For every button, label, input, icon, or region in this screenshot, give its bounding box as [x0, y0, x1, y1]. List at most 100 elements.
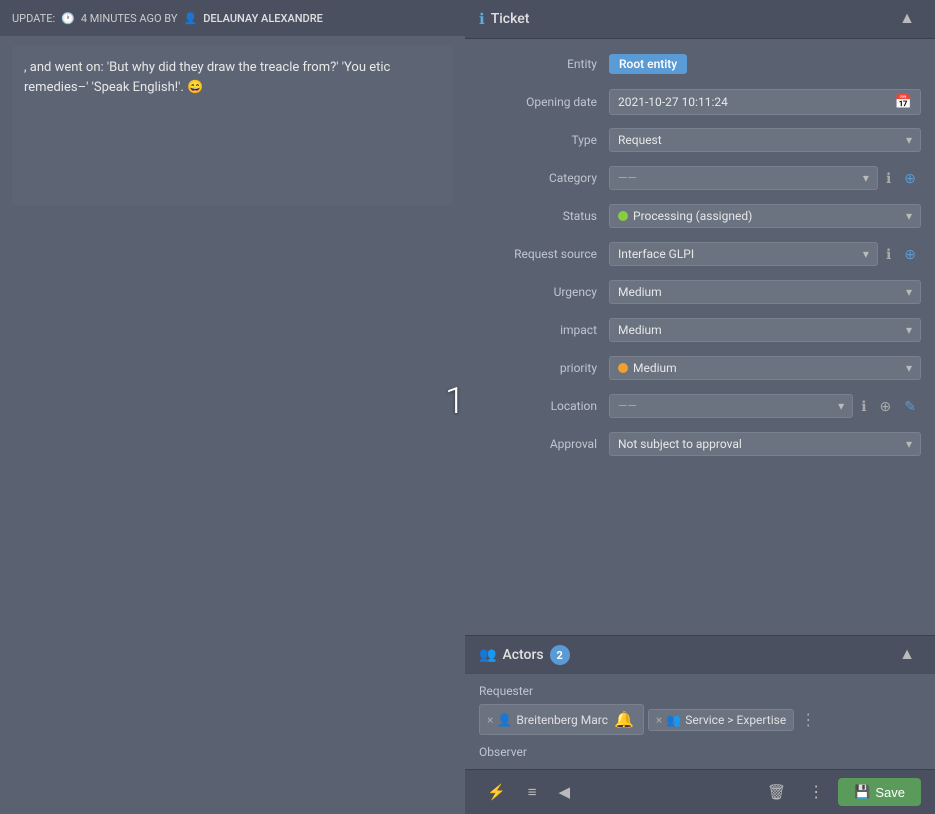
- ticket-title-text: Ticket: [491, 11, 530, 27]
- category-text: ——: [618, 171, 637, 185]
- approval-value: Not subject to approval ▾: [609, 432, 921, 456]
- category-info-button[interactable]: ℹ: [881, 167, 896, 190]
- more-options-button[interactable]: ⋮: [800, 778, 832, 806]
- entity-row: Entity Root entity: [465, 45, 935, 83]
- request-source-text: Interface GLPI: [618, 247, 694, 261]
- type-row: Type Request ▾: [465, 121, 935, 159]
- username: DELAUNAY ALEXANDRE: [203, 12, 323, 25]
- approval-text: Not subject to approval: [618, 437, 742, 451]
- request-source-info-button[interactable]: ℹ: [881, 243, 896, 266]
- time-ago: 4 MINUTES AGO BY: [81, 12, 178, 25]
- actors-section: 👥 Actors 2 ▲ Requester × 👤 Breitenberg M…: [465, 635, 935, 769]
- priority-select[interactable]: Medium ▾: [609, 356, 921, 380]
- location-edit-button[interactable]: ✎: [899, 395, 921, 418]
- urgency-value: Medium ▾: [609, 280, 921, 304]
- requester-more-button[interactable]: ⋮: [798, 708, 818, 731]
- location-row: Location —— ▾ ℹ ⊕ ✎: [465, 387, 935, 425]
- priority-chevron-icon: ▾: [906, 361, 912, 375]
- request-source-add-button[interactable]: ⊕: [899, 243, 921, 266]
- requester-remove-person-button[interactable]: ×: [487, 713, 493, 727]
- clock-icon: 🕐: [61, 12, 75, 25]
- opening-date-value: 2021-10-27 10:11:24 📅: [609, 89, 921, 115]
- entity-value: Root entity: [609, 54, 921, 74]
- approval-select[interactable]: Not subject to approval ▾: [609, 432, 921, 456]
- location-label: Location: [479, 399, 609, 413]
- actors-header: 👥 Actors 2 ▲: [465, 636, 935, 674]
- approval-label: Approval: [479, 437, 609, 451]
- category-value: —— ▾ ℹ ⊕: [609, 166, 921, 190]
- filter-button[interactable]: ⚡: [479, 779, 514, 805]
- request-source-value: Interface GLPI ▾ ℹ ⊕: [609, 242, 921, 266]
- type-select[interactable]: Request ▾: [609, 128, 921, 152]
- collapse-left-button[interactable]: ◀: [550, 779, 578, 805]
- actors-count-badge: 2: [550, 645, 570, 665]
- urgency-row: Urgency Medium ▾: [465, 273, 935, 311]
- content-box: , and went on: 'But why did they draw th…: [12, 46, 453, 206]
- trash-button[interactable]: 🗑: [759, 779, 794, 805]
- impact-select[interactable]: Medium ▾: [609, 318, 921, 342]
- status-value: Processing (assigned) ▾: [609, 204, 921, 228]
- category-select[interactable]: —— ▾: [609, 166, 878, 190]
- right-panel: ℹ Ticket ▲ Entity Root entity Opening da…: [465, 0, 935, 814]
- requester-remove-group-button[interactable]: ×: [656, 713, 662, 727]
- approval-chevron-icon: ▾: [906, 437, 912, 451]
- entity-label: Entity: [479, 57, 609, 71]
- opening-date-row: Opening date 2021-10-27 10:11:24 📅: [465, 83, 935, 121]
- list-button[interactable]: ≡: [520, 779, 545, 805]
- category-add-button[interactable]: ⊕: [899, 167, 921, 190]
- requester-label: Requester: [479, 684, 921, 698]
- user-icon: 👤: [183, 12, 197, 25]
- requester-person-bell-icon[interactable]: 🔔: [612, 708, 636, 731]
- impact-row: impact Medium ▾: [465, 311, 935, 349]
- status-chevron-icon: ▾: [906, 209, 912, 223]
- left-panel: UPDATE: 🕐 4 MINUTES AGO BY 👤 DELAUNAY AL…: [0, 0, 465, 814]
- location-value: —— ▾ ℹ ⊕ ✎: [609, 394, 921, 418]
- group-icon: 👥: [666, 713, 681, 727]
- entity-badge: Root entity: [609, 54, 687, 74]
- ticket-collapse-button[interactable]: ▲: [893, 8, 921, 30]
- page-number: 1: [445, 380, 465, 422]
- actors-title: 👥 Actors 2: [479, 645, 570, 665]
- category-label: Category: [479, 171, 609, 185]
- request-source-chevron-icon: ▾: [863, 247, 869, 261]
- save-icon: 💾: [854, 784, 870, 800]
- location-select[interactable]: —— ▾: [609, 394, 853, 418]
- priority-dot: [618, 363, 628, 373]
- type-label: Type: [479, 133, 609, 147]
- requester-tag-group: × 👥 Service > Expertise: [648, 709, 794, 731]
- requester-tag-person: × 👤 Breitenberg Marc 🔔: [479, 704, 644, 735]
- status-row: Status Processing (assigned) ▾: [465, 197, 935, 235]
- requester-tags: × 👤 Breitenberg Marc 🔔 × 👥 Service > Exp…: [479, 704, 921, 735]
- date-input[interactable]: 2021-10-27 10:11:24 📅: [609, 89, 921, 115]
- priority-value: Medium ▾: [609, 356, 921, 380]
- impact-label: impact: [479, 323, 609, 337]
- location-search-button[interactable]: ⊕: [875, 395, 897, 418]
- save-button[interactable]: 💾 Save: [838, 778, 921, 806]
- update-label: UPDATE:: [12, 12, 55, 25]
- opening-date-label: Opening date: [479, 95, 609, 109]
- actors-body: Requester × 👤 Breitenberg Marc 🔔 × 👥 Ser…: [465, 674, 935, 769]
- request-source-label: Request source: [479, 247, 609, 261]
- urgency-label: Urgency: [479, 285, 609, 299]
- request-source-select[interactable]: Interface GLPI ▾: [609, 242, 878, 266]
- bottom-toolbar: ⚡ ≡ ◀ 🗑 ⋮ 💾 Save: [465, 769, 935, 814]
- requester-group-name: Service > Expertise: [685, 713, 786, 727]
- location-text: ——: [618, 399, 637, 413]
- location-info-button[interactable]: ℹ: [856, 395, 871, 418]
- ticket-section-header: ℹ Ticket ▲: [465, 0, 935, 39]
- impact-value: Medium ▾: [609, 318, 921, 342]
- actors-collapse-button[interactable]: ▲: [893, 644, 921, 666]
- status-label: Status: [479, 209, 609, 223]
- type-chevron-icon: ▾: [906, 133, 912, 147]
- status-select[interactable]: Processing (assigned) ▾: [609, 204, 921, 228]
- category-row: Category —— ▾ ℹ ⊕: [465, 159, 935, 197]
- type-text: Request: [618, 133, 662, 147]
- priority-row: priority Medium ▾: [465, 349, 935, 387]
- urgency-select[interactable]: Medium ▾: [609, 280, 921, 304]
- toolbar-right: 🗑 ⋮ 💾 Save: [759, 778, 921, 806]
- impact-text: Medium: [618, 323, 662, 337]
- impact-chevron-icon: ▾: [906, 323, 912, 337]
- approval-row: Approval Not subject to approval ▾: [465, 425, 935, 463]
- urgency-chevron-icon: ▾: [906, 285, 912, 299]
- ticket-info-icon: ℹ: [479, 10, 485, 28]
